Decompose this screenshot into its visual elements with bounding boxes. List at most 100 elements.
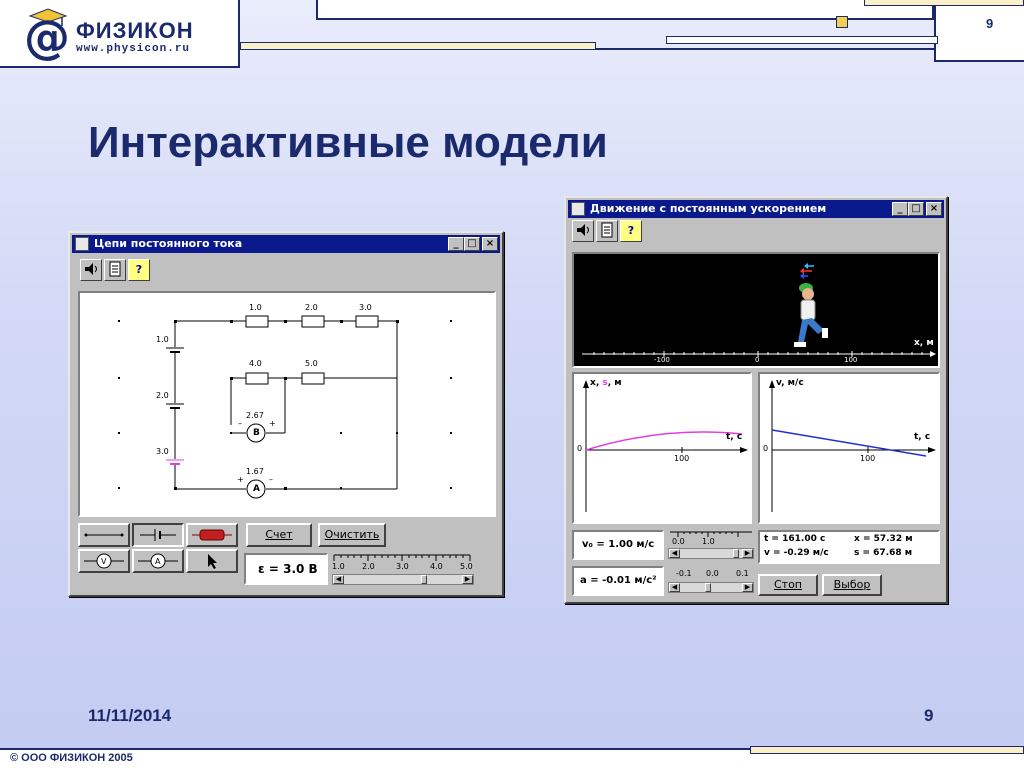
document-icon[interactable]: [596, 220, 618, 242]
v0-scale-label: 0.0: [672, 537, 685, 546]
header-bar-yellow-left: [240, 42, 596, 50]
resistor-label: 1.0: [249, 303, 262, 312]
v0-slider-thumb[interactable]: [733, 549, 739, 558]
t-readout: t = 161.00 с: [764, 534, 826, 544]
voltmeter-value: 2.67: [246, 411, 264, 420]
track-tick-label: 0: [755, 356, 760, 364]
minimize-icon[interactable]: _: [448, 237, 464, 251]
circuit-canvas[interactable]: 1.0 2.0 3.0 4.0 5.0 1.0 2.0 3.0 2.67 – +…: [78, 291, 496, 517]
motion-scene[interactable]: -100 0 100 x, м: [572, 252, 940, 368]
ammeter-symbol: A: [253, 484, 260, 494]
stop-button[interactable]: Стоп: [758, 574, 818, 596]
graph-v-origin: 0: [763, 444, 769, 453]
header-square-marker: [836, 16, 848, 28]
stop-button-label: Стоп: [773, 578, 802, 591]
a-scale-label: 0.1: [736, 569, 749, 578]
graph-x-s-unit: , м: [607, 378, 622, 388]
battery-label: 2.0: [156, 391, 169, 400]
emf-readout-box: ε = 3.0 B: [244, 553, 328, 585]
a-scale-label: -0.1: [676, 569, 692, 578]
circuit-diagram: [118, 315, 452, 499]
emf-scale-label: 4.0: [430, 562, 443, 571]
v0-slider[interactable]: 0.0 1.0 ◀ ▶: [668, 530, 754, 560]
circuit-window-titlebar[interactable]: Цепи постоянного тока _ □ ×: [72, 235, 500, 253]
help-icon[interactable]: ?: [620, 220, 642, 242]
logo-name: ФИЗИКОН: [76, 18, 194, 43]
motion-window-titlebar[interactable]: Движение с постоянным ускорением _ □ ×: [568, 200, 944, 218]
a-slider[interactable]: -0.1 0.0 0.1 ◀ ▶: [668, 568, 754, 598]
close-icon[interactable]: ×: [926, 202, 942, 216]
svg-text:V: V: [101, 557, 107, 566]
track-axis-label: x, м: [914, 338, 934, 348]
graph-x-s[interactable]: x, s, м 0 100 t, с: [572, 372, 752, 524]
emf-scrollbar[interactable]: ◀ ▶: [332, 574, 474, 585]
header-bar-white: [666, 36, 938, 44]
graph-x-s-ylabel: x, s, м: [590, 378, 622, 388]
state-readout-box: t = 161.00 с x = 57.32 м v = -0.29 м/с s…: [758, 530, 940, 564]
pointer-tool-icon[interactable]: [186, 549, 238, 573]
emf-slider-thumb[interactable]: [420, 575, 427, 584]
clear-button-label: Очистить: [324, 528, 380, 541]
footer-slide-number: 9: [924, 706, 934, 725]
graph-x-s-xlabel: t, с: [726, 432, 743, 442]
emf-scale-label: 1.0: [332, 562, 345, 571]
count-button[interactable]: Счет: [246, 523, 312, 547]
logo-url: www.physicon.ru: [76, 43, 191, 55]
resistor-label: 5.0: [305, 359, 318, 368]
select-button[interactable]: Выбор: [822, 574, 882, 596]
ammeter-value: 1.67: [246, 467, 264, 476]
maximize-icon[interactable]: □: [908, 202, 924, 216]
ammeter-tool-icon[interactable]: A: [132, 549, 184, 573]
v0-scrollbar[interactable]: ◀ ▶: [668, 548, 754, 559]
scroll-right-icon[interactable]: ▶: [462, 575, 473, 584]
graph-v-tick: 100: [860, 454, 876, 463]
logo-at-symbol: @: [24, 10, 70, 64]
speaker-icon[interactable]: [572, 220, 594, 242]
a-scale-label: 0.0: [706, 569, 719, 578]
voltmeter-tool-icon[interactable]: V: [78, 549, 130, 573]
track-axis: [582, 351, 936, 357]
clear-button[interactable]: Очистить: [318, 523, 386, 547]
help-icon[interactable]: ?: [128, 259, 150, 281]
footer-date: 11/11/2014: [88, 706, 172, 725]
emf-slider[interactable]: 1.0 2.0 3.0 4.0 5.0 ◀ ▶: [332, 553, 474, 587]
header-slide-number: 9: [986, 16, 994, 31]
graph-v[interactable]: v, м/с 0 100 t, с: [758, 372, 940, 524]
header-corner-frame: [934, 0, 1024, 62]
page-title: Интерактивные модели: [88, 118, 608, 167]
motion-window-title: Движение с постоянным ускорением: [590, 202, 827, 215]
track-tick-label: 100: [844, 356, 858, 364]
graph-v-ylabel: v, м/с: [776, 378, 804, 388]
graph-x-s-origin: 0: [577, 444, 583, 453]
maximize-icon[interactable]: □: [464, 237, 480, 251]
minimize-icon[interactable]: _: [892, 202, 908, 216]
scroll-right-icon[interactable]: ▶: [742, 583, 753, 592]
resistor-label: 2.0: [305, 303, 318, 312]
scroll-left-icon[interactable]: ◀: [669, 583, 680, 592]
a-readout: a = -0.01 м/с²: [580, 575, 657, 586]
close-icon[interactable]: ×: [482, 237, 498, 251]
v0-readout-box: v₀ = 1.00 м/с: [572, 530, 664, 560]
runner-figure: [794, 263, 828, 347]
speaker-icon[interactable]: [80, 259, 102, 281]
scroll-left-icon[interactable]: ◀: [333, 575, 344, 584]
battery-tool-icon[interactable]: [132, 523, 184, 547]
footer-accent-bar: [750, 746, 1024, 754]
scroll-right-icon[interactable]: ▶: [742, 549, 753, 558]
emf-readout: ε = 3.0 B: [258, 562, 318, 576]
graph-v-xlabel: t, с: [914, 432, 931, 442]
a-readout-box: a = -0.01 м/с²: [572, 566, 664, 596]
document-icon[interactable]: [104, 259, 126, 281]
scroll-left-icon[interactable]: ◀: [669, 549, 680, 558]
count-button-label: Счет: [265, 528, 293, 541]
x-readout: x = 57.32 м: [854, 534, 913, 544]
resistor-label: 3.0: [359, 303, 372, 312]
circuit-window-title: Цепи постоянного тока: [94, 237, 243, 250]
a-scrollbar[interactable]: ◀ ▶: [668, 582, 754, 593]
app-icon: [571, 202, 585, 216]
resistor-tool-icon[interactable]: [186, 523, 238, 547]
voltmeter-minus: –: [238, 419, 242, 428]
a-slider-thumb[interactable]: [705, 583, 711, 592]
track-tick-label: -100: [654, 356, 670, 364]
wire-tool-icon[interactable]: [78, 523, 130, 547]
